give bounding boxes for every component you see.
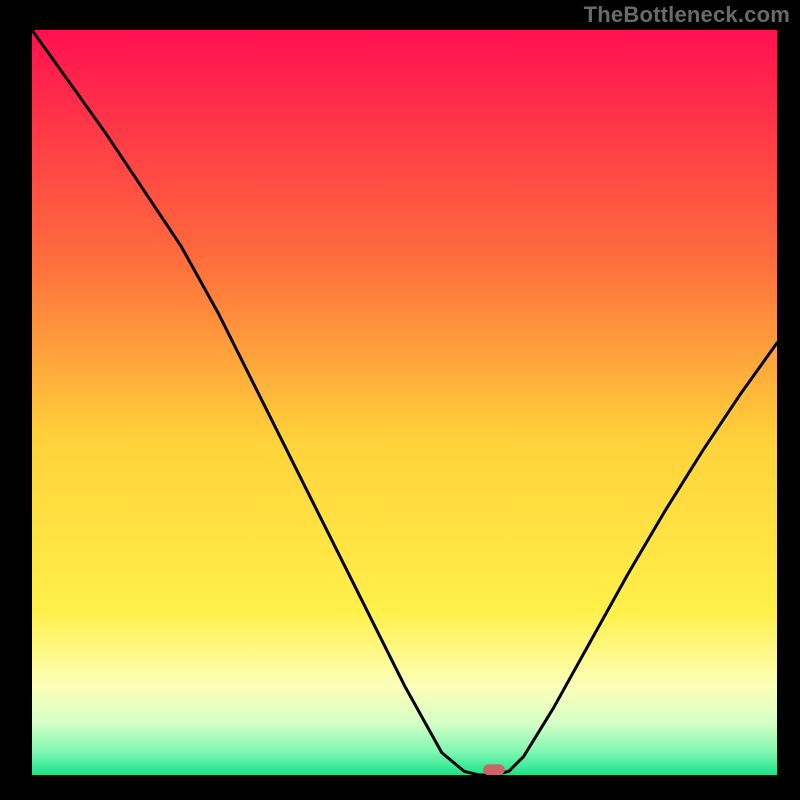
watermark-text: TheBottleneck.com (584, 2, 790, 28)
plot-area (32, 30, 777, 775)
gradient-background (32, 30, 777, 775)
chart-container: TheBottleneck.com (0, 0, 800, 800)
bottleneck-curve-chart (32, 30, 777, 775)
optimal-point-marker (483, 764, 505, 775)
